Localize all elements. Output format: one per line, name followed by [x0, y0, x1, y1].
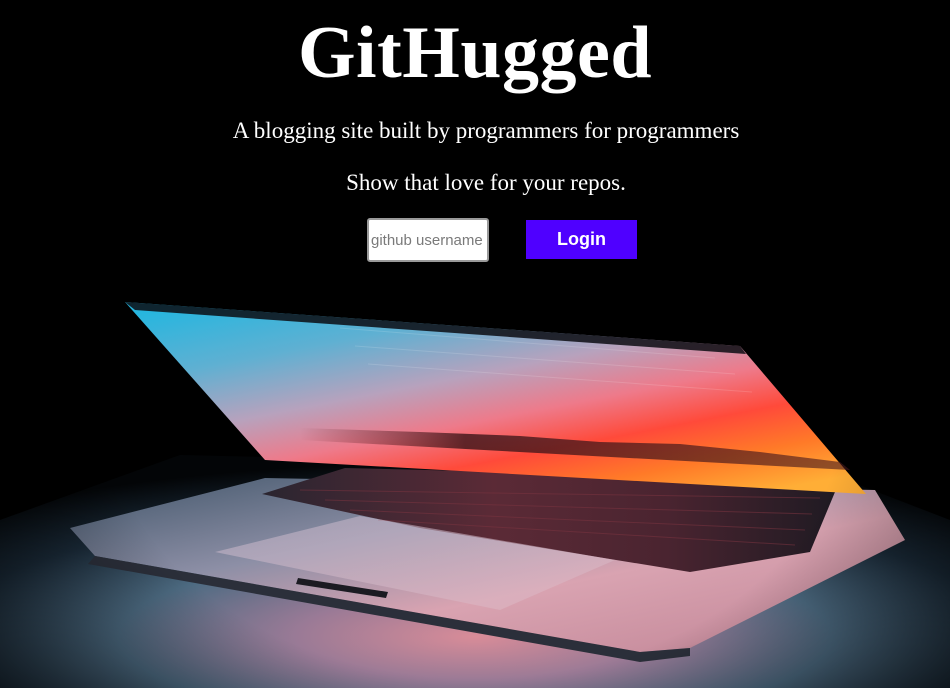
- sub-tagline: Show that love for your repos.: [346, 170, 626, 195]
- landing-page: GitHugged A blogging site built by progr…: [0, 0, 950, 688]
- laptop-hero-image: [0, 0, 950, 688]
- site-title: GitHugged: [298, 12, 652, 94]
- tagline: A blogging site built by programmers for…: [232, 118, 740, 143]
- github-username-input[interactable]: [367, 218, 489, 262]
- login-button[interactable]: Login: [526, 220, 637, 259]
